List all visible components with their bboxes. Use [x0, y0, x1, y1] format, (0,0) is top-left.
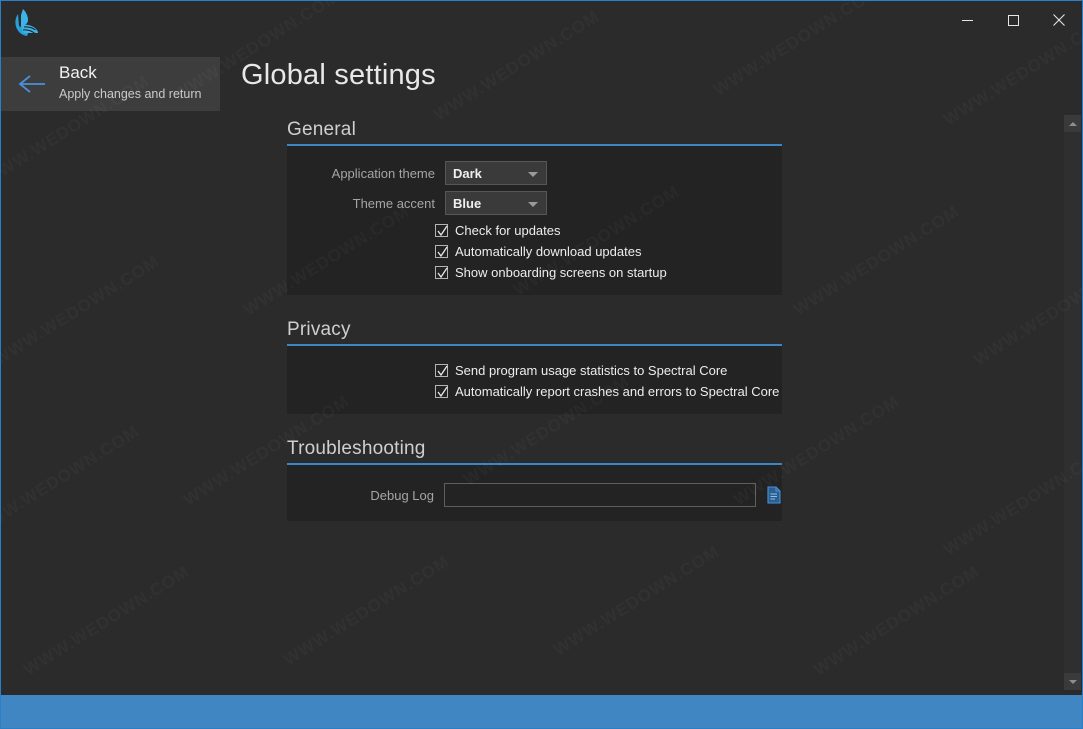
checkbox-row-auto-download-updates[interactable]: Automatically download updates — [287, 241, 782, 262]
status-bar — [1, 695, 1082, 728]
field-label-debug-log: Debug Log — [370, 487, 435, 503]
watermark-text: WWW.WEDOWN.COM — [1, 252, 163, 370]
checkbox-row-usage-statistics[interactable]: Send program usage statistics to Spectra… — [287, 360, 782, 381]
section-body-privacy: Send program usage statistics to Spectra… — [287, 346, 782, 414]
checkbox-onboarding-screens[interactable] — [435, 266, 448, 279]
checkbox-label-auto-download-updates: Automatically download updates — [455, 244, 642, 259]
checkbox-label-crash-reports: Automatically report crashes and errors … — [455, 384, 780, 399]
checkbox-auto-download-updates[interactable] — [435, 245, 448, 258]
checkbox-label-onboarding-screens: Show onboarding screens on startup — [455, 265, 667, 280]
watermark-text: WWW.WEDOWN.COM — [20, 562, 193, 680]
vertical-scrollbar[interactable] — [1064, 115, 1081, 690]
field-application-theme: Application theme Dark — [287, 160, 782, 186]
page-title: Global settings — [241, 59, 436, 91]
section-troubleshooting: Troubleshooting Debug Log — [241, 438, 1046, 521]
checkbox-row-crash-reports[interactable]: Automatically report crashes and errors … — [287, 381, 782, 402]
watermark-text: WWW.WEDOWN.COM — [810, 562, 983, 680]
checkbox-row-onboarding-screens[interactable]: Show onboarding screens on startup — [287, 262, 782, 283]
theme-accent-value: Blue — [453, 195, 482, 211]
field-debug-log: Debug Log — [287, 481, 782, 509]
watermark-text: WWW.WEDOWN.COM — [550, 542, 723, 660]
scroll-up-arrow-icon[interactable] — [1064, 115, 1081, 132]
watermark-text: WWW.WEDOWN.COM — [1, 422, 143, 540]
section-body-troubleshooting: Debug Log — [287, 465, 782, 521]
title-bar — [1, 1, 1082, 44]
field-theme-accent: Theme accent Blue — [287, 190, 782, 216]
checkbox-crash-reports[interactable] — [435, 385, 448, 398]
file-document-icon[interactable] — [766, 486, 782, 504]
back-button-subtitle: Apply changes and return — [59, 87, 202, 101]
checkbox-label-check-for-updates: Check for updates — [455, 223, 561, 238]
back-button-title: Back — [59, 63, 97, 82]
chevron-down-icon — [528, 202, 538, 207]
settings-content: General Application theme Dark Theme acc… — [241, 119, 1046, 521]
maximize-button[interactable] — [990, 1, 1036, 39]
checkbox-check-for-updates[interactable] — [435, 224, 448, 237]
theme-accent-select[interactable]: Blue — [445, 191, 547, 215]
chevron-down-icon — [528, 172, 538, 177]
section-header-troubleshooting: Troubleshooting — [287, 438, 426, 459]
section-general: General Application theme Dark Theme acc… — [241, 119, 1046, 295]
section-header-general: General — [287, 119, 356, 140]
field-label-theme-accent: Theme accent — [352, 195, 435, 211]
window-controls — [944, 1, 1082, 39]
application-window: Back Apply changes and return Global set… — [0, 0, 1083, 729]
close-button[interactable] — [1036, 1, 1082, 39]
back-button[interactable]: Back Apply changes and return — [1, 57, 220, 111]
section-body-general: Application theme Dark Theme accent Blue — [287, 146, 782, 295]
checkbox-usage-statistics[interactable] — [435, 364, 448, 377]
application-theme-select[interactable]: Dark — [445, 161, 547, 185]
field-label-application-theme: Application theme — [331, 165, 435, 181]
watermark-text: WWW.WEDOWN.COM — [280, 552, 453, 670]
application-theme-value: Dark — [453, 165, 482, 181]
debug-log-input[interactable] — [444, 483, 756, 507]
section-privacy: Privacy Send program usage statistics to… — [241, 319, 1046, 414]
minimize-button[interactable] — [944, 1, 990, 39]
arrow-left-icon — [18, 71, 46, 97]
checkbox-label-usage-statistics: Send program usage statistics to Spectra… — [455, 363, 728, 378]
checkbox-row-check-for-updates[interactable]: Check for updates — [287, 220, 782, 241]
section-header-privacy: Privacy — [287, 319, 351, 340]
spectral-core-logo-icon — [9, 6, 43, 40]
scroll-down-arrow-icon[interactable] — [1064, 673, 1081, 690]
